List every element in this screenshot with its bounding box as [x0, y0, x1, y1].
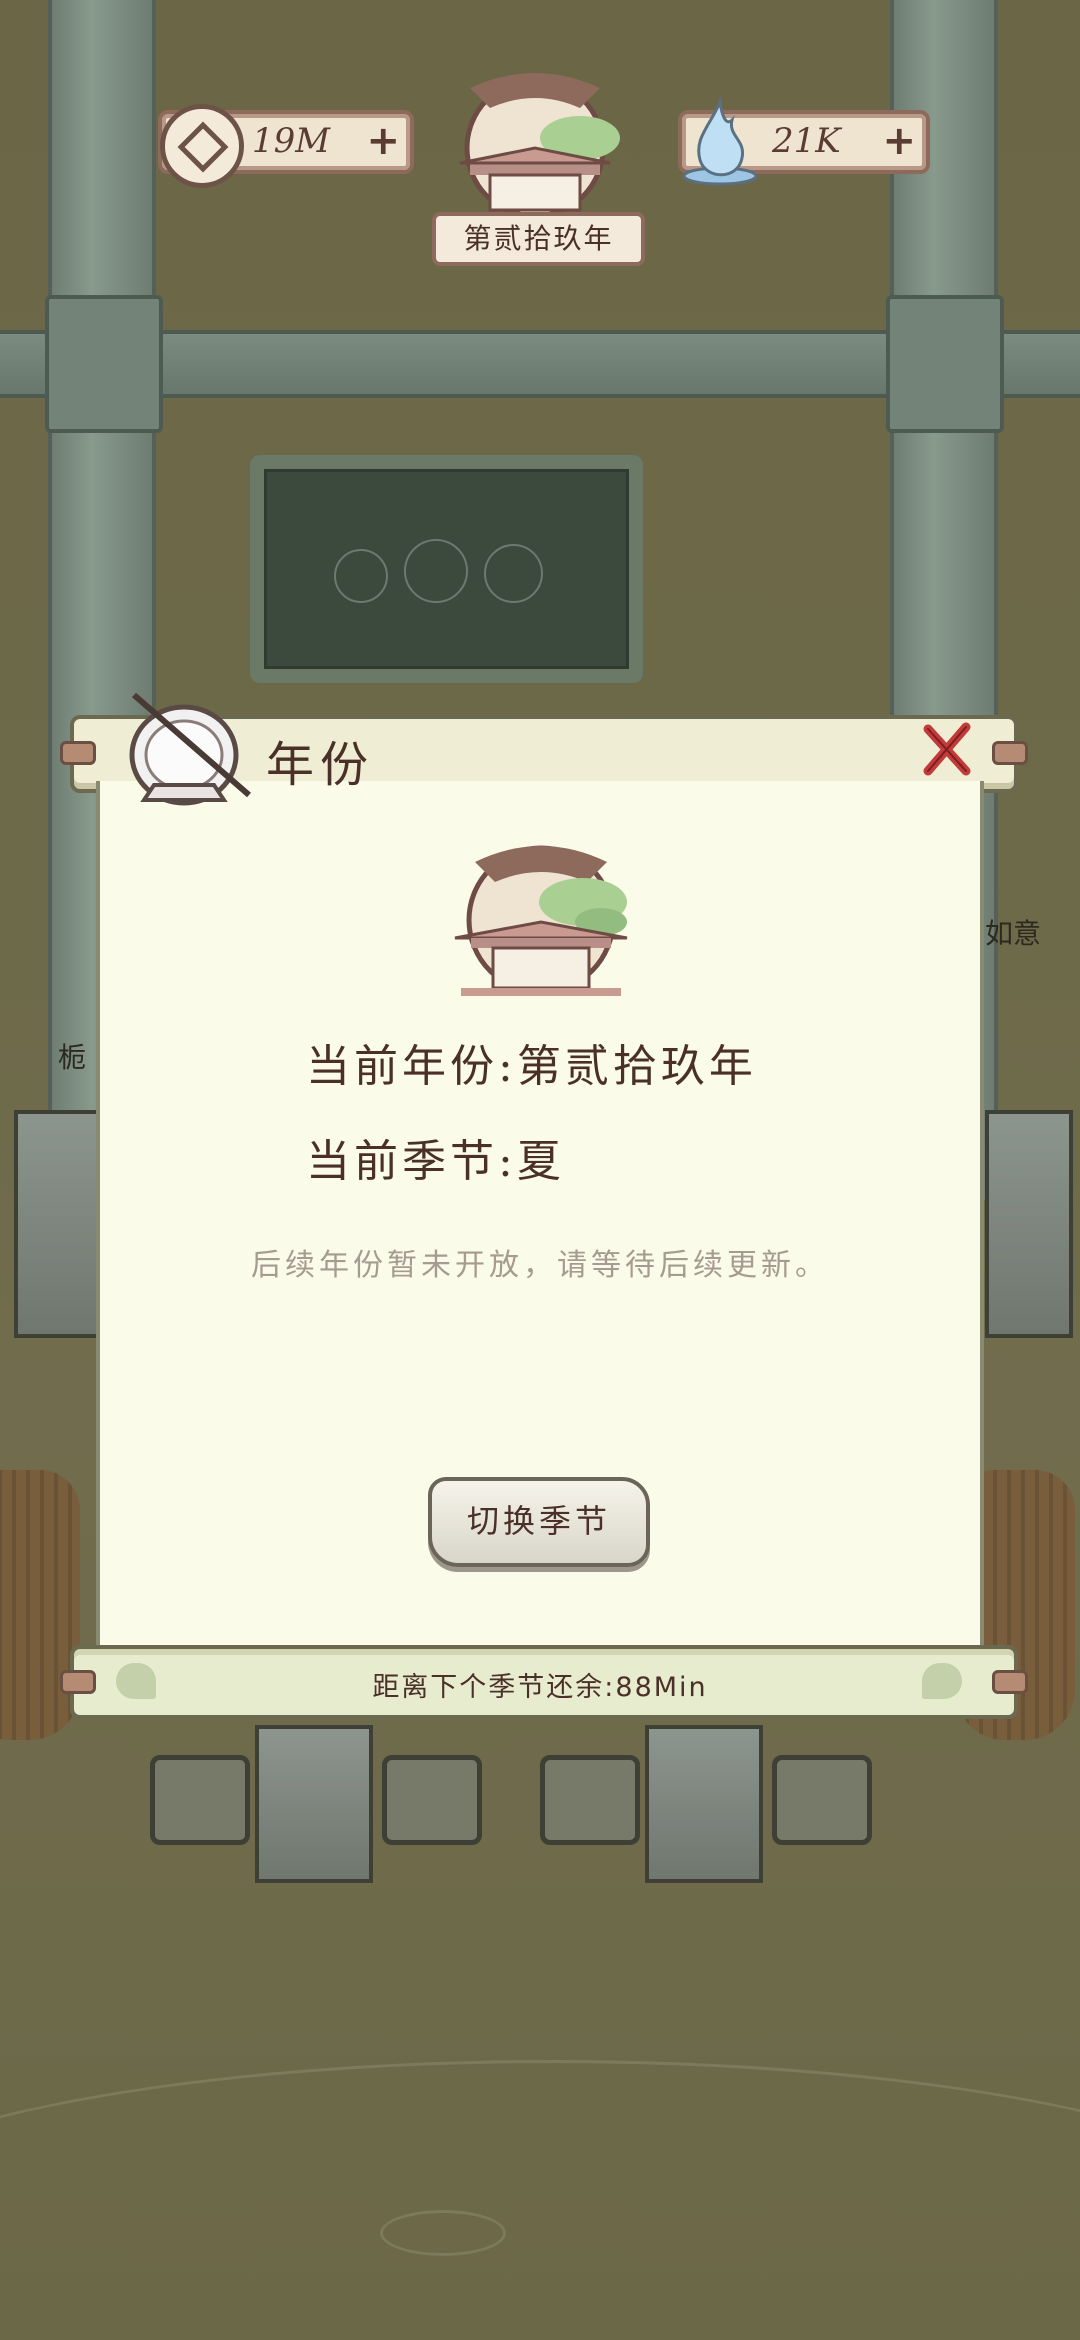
scroll-rod-right-bottom	[992, 1670, 1028, 1694]
coin-icon	[160, 104, 244, 188]
sundial-icon	[129, 692, 251, 806]
game-scene: 如意 栀 19M + 21K + 第贰拾玖年 年份 当前年份:第贰拾玖年 当前季…	[0, 0, 1080, 2340]
add-water-button[interactable]: +	[882, 118, 916, 164]
water-drop-icon	[682, 96, 758, 186]
screen-1	[255, 1725, 373, 1883]
current-season-value: 夏	[516, 1136, 565, 1187]
desk-2	[382, 1755, 482, 1845]
year-badge-label: 第贰拾玖年	[432, 212, 645, 266]
current-season-label: 当前季节:	[306, 1136, 517, 1187]
right-screen	[985, 1110, 1073, 1338]
scroll-rod-right-top	[992, 741, 1028, 765]
background-sign-right: 如意	[985, 917, 1042, 950]
pavilion-emblem-icon	[454, 845, 628, 996]
add-coins-button[interactable]: +	[366, 118, 400, 164]
water-ripple-small	[380, 2210, 506, 2256]
season-countdown: 距离下个季节还余:88Min	[372, 1672, 708, 1703]
scroll-rod-left-bottom	[60, 1670, 96, 1694]
water-value: 21K	[772, 121, 841, 161]
current-year-value: 第贰拾玖年	[516, 1041, 757, 1092]
background-sign-left: 栀	[58, 1041, 87, 1074]
year-dialog: 年份 当前年份:第贰拾玖年 当前季节:夏 后续年份暂未开放，请等待后续更新。 切…	[60, 692, 1028, 1719]
current-season-line: 当前季节:夏	[306, 1125, 565, 1189]
year-badge-emblem[interactable]	[430, 68, 640, 218]
update-notice: 后续年份暂未开放，请等待后续更新。	[251, 1248, 829, 1283]
coin-value: 19M	[252, 121, 331, 161]
left-pillar-capital	[45, 295, 163, 433]
desk-1	[150, 1755, 250, 1845]
right-pillar-capital	[886, 295, 1004, 433]
screen-2	[645, 1725, 763, 1883]
dialog-title: 年份	[266, 737, 375, 793]
left-book-bundle	[0, 1470, 80, 1740]
close-icon[interactable]	[914, 717, 980, 783]
desk-4	[772, 1755, 872, 1845]
switch-season-button[interactable]: 切换季节	[428, 1477, 650, 1567]
current-year-label: 当前年份:	[306, 1041, 517, 1092]
chalkboard	[250, 455, 643, 683]
water-ripple	[0, 2060, 1080, 2340]
scroll-rod-left-top	[60, 741, 96, 765]
desk-3	[540, 1755, 640, 1845]
current-year-line: 当前年份:第贰拾玖年	[306, 1030, 757, 1094]
